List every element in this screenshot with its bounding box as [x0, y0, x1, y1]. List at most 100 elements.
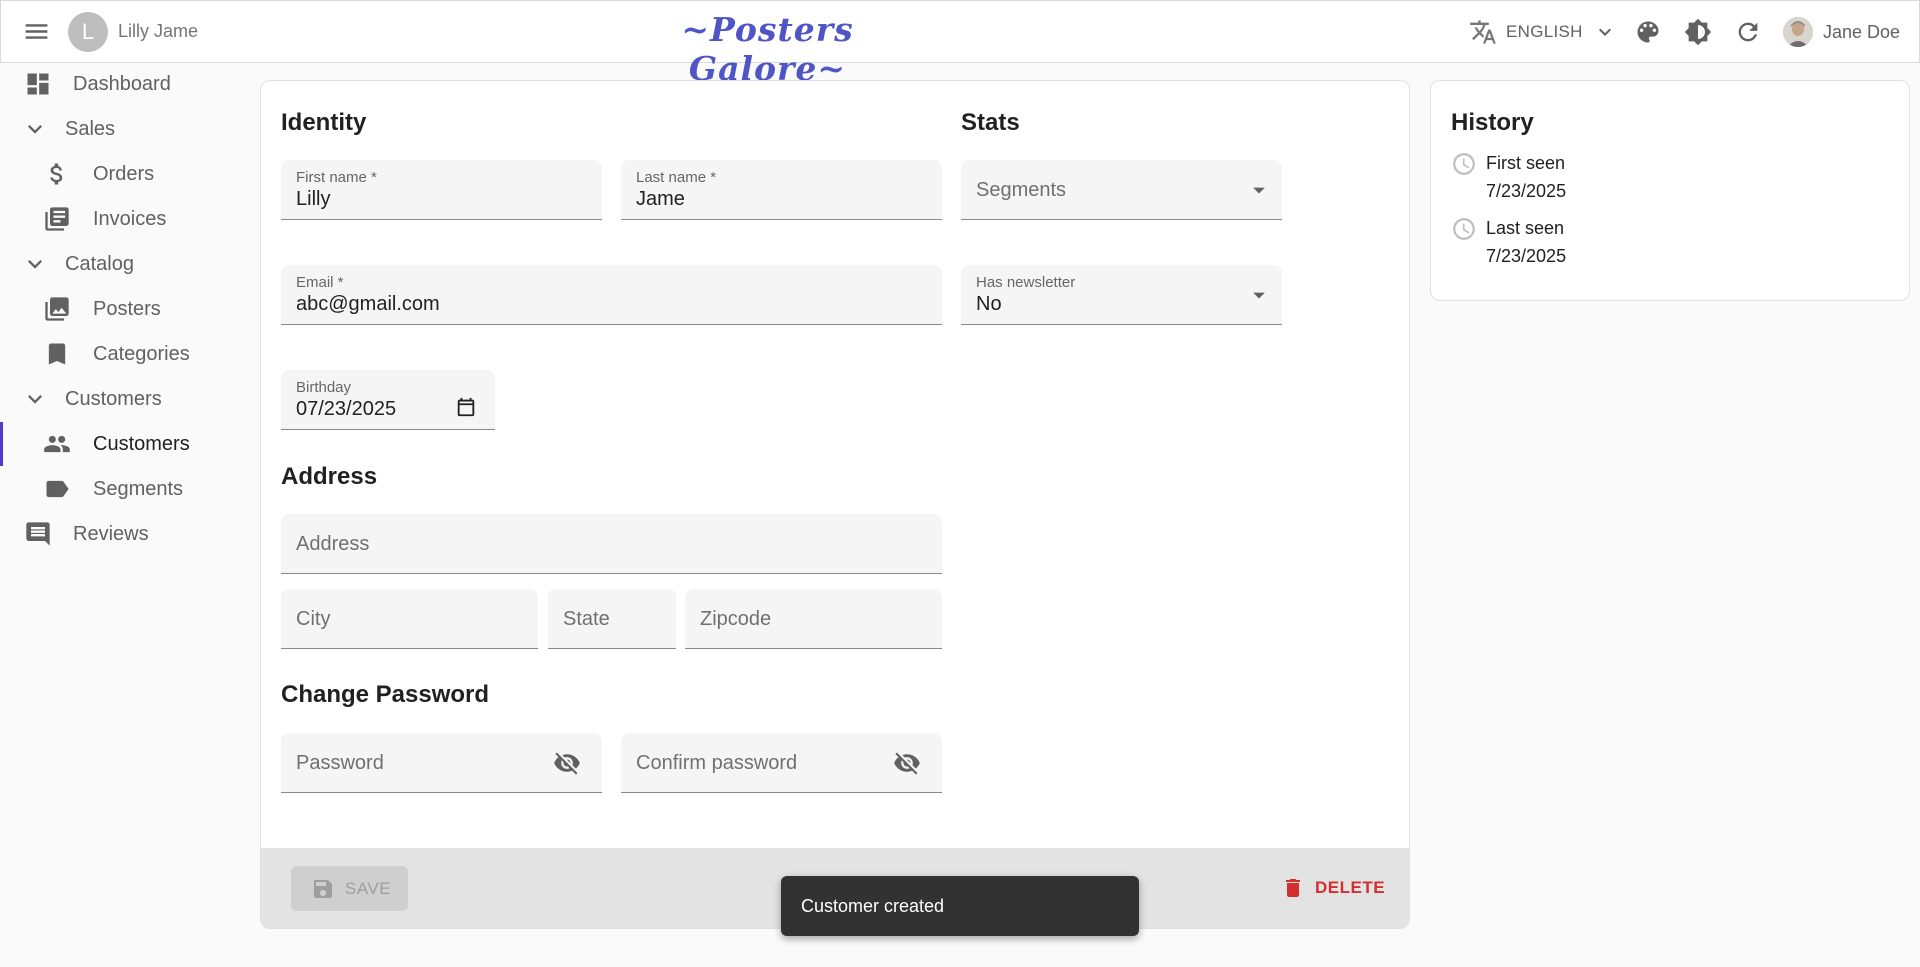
snackbar-notification: Customer created: [781, 876, 1139, 936]
chevron-down-icon: [21, 250, 49, 278]
chevron-down-icon: [21, 385, 49, 413]
sidebar-item-orders[interactable]: Orders: [0, 152, 250, 196]
calendar-icon[interactable]: [455, 396, 477, 418]
user-name: Jane Doe: [1823, 21, 1901, 42]
address-section-title: Address: [281, 463, 378, 490]
sidebar-item-label: Orders: [93, 162, 155, 185]
label-icon: [43, 475, 71, 503]
field-value: Jame: [636, 188, 685, 210]
field-placeholder: Confirm password: [636, 752, 798, 774]
delete-button[interactable]: DELETE: [1281, 870, 1385, 906]
field-placeholder: State: [563, 608, 610, 630]
history-date: 7/23/2025: [1486, 181, 1567, 201]
password-field[interactable]: Password: [281, 733, 602, 793]
comment-icon: [24, 520, 52, 548]
save-label: SAVE: [345, 878, 392, 898]
field-label: Birthday: [296, 379, 352, 396]
dashboard-icon: [24, 70, 52, 98]
sidebar-item-label: Invoices: [93, 207, 167, 230]
app-bar: L Lilly Jame ~Posters Galore~ ENGLISH Ja…: [0, 0, 1920, 88]
menu-icon[interactable]: [22, 17, 51, 46]
history-card: History First seen 7/23/2025 Last seen 7…: [1430, 80, 1910, 301]
sidebar-item-label: Segments: [93, 477, 184, 500]
has-newsletter-select[interactable]: Has newsletter No: [961, 265, 1282, 325]
city-field[interactable]: City: [281, 589, 538, 649]
user-avatar: [1783, 17, 1813, 47]
history-first-seen: First seen 7/23/2025: [1451, 151, 1851, 207]
sidebar-item-label: Customers: [93, 432, 190, 455]
sidebar-group-label: Sales: [65, 117, 116, 140]
translate-icon: [1469, 18, 1497, 46]
dollar-icon: [43, 160, 71, 188]
language-label: ENGLISH: [1506, 22, 1583, 41]
sidebar-item-reviews[interactable]: Reviews: [0, 512, 250, 556]
sidebar-item-posters[interactable]: Posters: [0, 287, 250, 331]
delete-label: DELETE: [1315, 878, 1386, 897]
snackbar-message: Customer created: [801, 896, 945, 916]
sidebar-item-categories[interactable]: Categories: [0, 332, 250, 376]
email-field[interactable]: Email * abc@gmail.com: [281, 265, 942, 325]
visibility-off-icon[interactable]: [893, 749, 921, 777]
last-name-field[interactable]: Last name * Jame: [621, 160, 942, 220]
sidebar-group-label: Customers: [65, 387, 162, 410]
first-name-field[interactable]: First name * Lilly: [281, 160, 602, 220]
sidebar-item-invoices[interactable]: Invoices: [0, 197, 250, 241]
sidebar-item-label: Reviews: [73, 522, 149, 545]
customer-edit-form: Identity Stats First name * Lilly Last n…: [260, 80, 1410, 929]
sidebar-group-customers[interactable]: Customers: [0, 377, 250, 421]
sidebar-item-label: Categories: [93, 342, 190, 365]
field-label: Email *: [296, 274, 344, 291]
birthday-field[interactable]: Birthday 07/23/2025: [281, 370, 495, 430]
field-placeholder: Zipcode: [700, 608, 772, 630]
clock-icon: [1451, 216, 1477, 242]
field-placeholder: Segments: [976, 179, 1067, 201]
language-menu-button[interactable]: ENGLISH: [1469, 15, 1617, 49]
confirm-password-field[interactable]: Confirm password: [621, 733, 942, 793]
visibility-off-icon[interactable]: [553, 749, 581, 777]
sidebar-item-segments[interactable]: Segments: [0, 467, 250, 511]
sidebar-group-sales[interactable]: Sales: [0, 107, 250, 151]
people-icon: [43, 430, 71, 458]
clock-icon: [1451, 151, 1477, 177]
segments-select[interactable]: Segments: [961, 160, 1282, 220]
field-placeholder: Password: [296, 752, 384, 774]
stats-section-title: Stats: [961, 109, 1020, 136]
library-books-icon: [43, 205, 71, 233]
theme-toggle-icon[interactable]: [1684, 18, 1712, 46]
history-title: History: [1451, 109, 1534, 136]
bookmark-icon: [43, 340, 71, 368]
state-field[interactable]: State: [548, 589, 676, 649]
arrow-drop-down-icon: [1245, 281, 1273, 309]
sidebar-item-dashboard[interactable]: Dashboard: [0, 62, 250, 106]
history-last-seen: Last seen 7/23/2025: [1451, 216, 1851, 272]
field-value: Lilly: [296, 188, 331, 210]
field-placeholder: City: [296, 608, 331, 630]
field-placeholder: Address: [296, 533, 370, 555]
breadcrumb-record-name: Lilly Jame: [118, 21, 199, 41]
app-title: ~Posters Galore~: [681, 10, 854, 88]
address-field[interactable]: Address: [281, 514, 942, 574]
user-menu-button[interactable]: Jane Doe: [1783, 15, 1900, 49]
arrow-drop-down-icon: [1245, 176, 1273, 204]
field-value: abc@gmail.com: [296, 293, 440, 315]
refresh-icon[interactable]: [1734, 18, 1762, 46]
field-value: No: [976, 293, 1002, 315]
delete-icon: [1281, 876, 1305, 900]
palette-icon[interactable]: [1634, 18, 1662, 46]
zipcode-field[interactable]: Zipcode: [685, 589, 942, 649]
change-password-section-title: Change Password: [281, 681, 490, 708]
save-button[interactable]: SAVE: [291, 866, 408, 911]
identity-section-title: Identity: [281, 109, 367, 136]
sidebar-item-label: Posters: [93, 297, 161, 320]
history-label: First seen: [1486, 153, 1566, 173]
sidebar-group-catalog[interactable]: Catalog: [0, 242, 250, 286]
chevron-down-icon: [1593, 20, 1617, 44]
chevron-down-icon: [21, 115, 49, 143]
field-label: Has newsletter: [976, 274, 1076, 291]
sidebar-group-label: Catalog: [65, 252, 134, 275]
collections-icon: [43, 295, 71, 323]
save-icon: [311, 877, 335, 901]
field-value: 07/23/2025: [296, 398, 397, 420]
sidebar-item-customers[interactable]: Customers: [0, 422, 250, 466]
history-date: 7/23/2025: [1486, 246, 1567, 266]
